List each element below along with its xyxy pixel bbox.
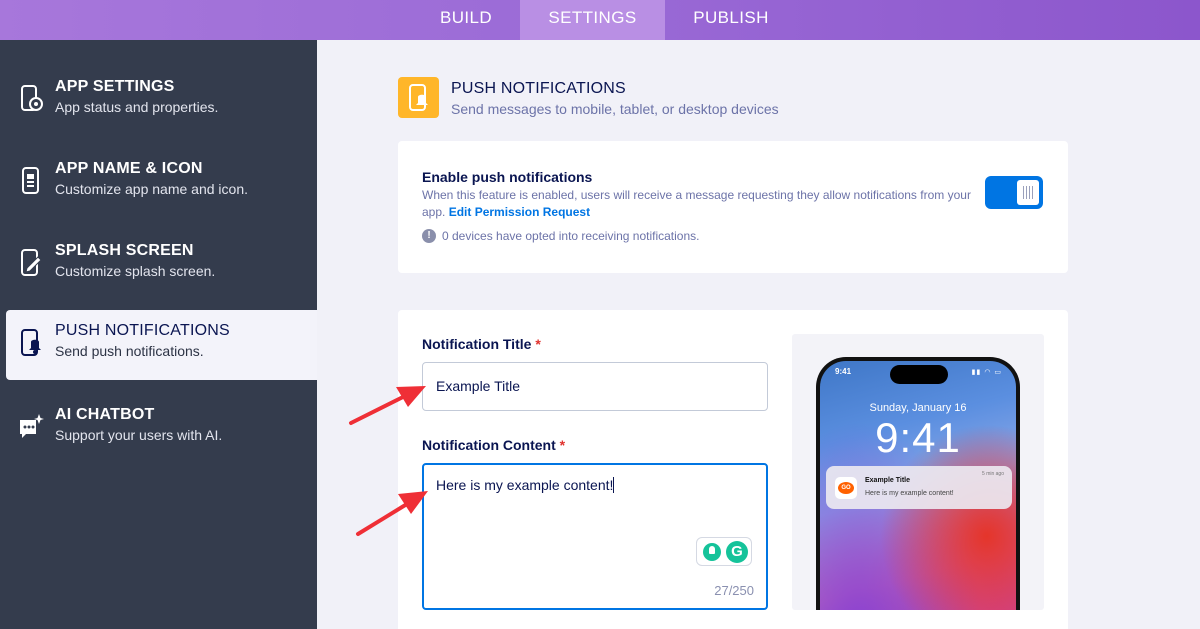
dynamic-island [890,365,948,384]
required-mark: * [559,437,566,453]
character-counter: 27/250 [714,583,754,598]
sidebar-item-app-settings[interactable]: APP SETTINGS App status and properties. [0,66,317,136]
sidebar-item-title: APP SETTINGS [55,78,175,95]
push-notifications-header-icon [398,77,439,118]
enable-push-title: Enable push notifications [422,169,593,185]
sidebar-item-title: AI CHATBOT [55,406,155,423]
notification-content-label: Notification Content * [422,437,566,453]
sidebar-item-desc: Support your users with AI. [55,427,223,443]
phone-preview: 9:41 ▮▮ ◠ ▭ Sunday, January 16 9:41 Exam… [792,334,1044,610]
sidebar-item-splash-screen[interactable]: SPLASH SCREEN Customize splash screen. [0,230,317,300]
app-logo-icon [835,477,857,499]
phone-card-icon [22,167,39,194]
notification-banner: Example Title Here is my example content… [826,466,1012,509]
phone-bell-icon [21,329,41,356]
status-time: 9:41 [835,367,852,376]
page-title: PUSH NOTIFICATIONS [451,80,626,97]
settings-sidebar: APP SETTINGS App status and properties. … [0,40,317,629]
sidebar-item-desc: App status and properties. [55,99,219,115]
toggle-knob [1017,180,1039,205]
info-icon: ! [422,229,436,243]
edit-permission-request-link[interactable]: Edit Permission Request [449,205,590,219]
enable-push-description: When this feature is enabled, users will… [422,187,977,221]
tab-build[interactable]: BUILD [421,0,511,40]
notification-preview-body: Here is my example content! [865,490,954,497]
tab-settings[interactable]: SETTINGS [520,0,665,40]
notification-form-card: Notification Title * Example Title Notif… [398,310,1068,629]
notification-content-textarea[interactable]: Here is my example content! G 27/250 [422,463,768,610]
lock-screen-date: Sunday, January 16 [869,402,967,414]
sidebar-item-push-notifications[interactable]: PUSH NOTIFICATIONS Send push notificatio… [6,310,317,380]
notification-title-label: Notification Title * [422,336,541,352]
lightbulb-icon[interactable] [703,543,721,561]
enable-push-toggle[interactable] [985,176,1043,209]
phone-gear-icon [21,85,43,111]
phone-frame: 9:41 ▮▮ ◠ ▭ Sunday, January 16 9:41 Exam… [816,357,1020,610]
lock-screen: 9:41 ▮▮ ◠ ▭ Sunday, January 16 9:41 Exam… [820,361,1016,610]
chat-sparkle-icon [20,414,44,438]
sidebar-item-title: PUSH NOTIFICATIONS [55,322,230,339]
notification-preview-title: Example Title [865,477,911,484]
notification-time-ago: 5 min ago [982,471,1004,477]
content-text: Here is my example content! [436,477,614,493]
enable-push-card: Enable push notifications When this feat… [398,141,1068,273]
opt-in-count-text: 0 devices have opted into receiving noti… [442,229,700,243]
lock-screen-clock: 9:41 [875,414,961,461]
sidebar-item-title: SPLASH SCREEN [55,242,194,259]
sidebar-item-desc: Send push notifications. [55,343,204,359]
tab-publish[interactable]: PUBLISH [675,0,787,40]
sidebar-item-title: APP NAME & ICON [55,160,203,177]
grammarly-widget[interactable]: G [696,537,752,566]
sidebar-item-ai-chatbot[interactable]: AI CHATBOT Support your users with AI. [0,394,317,464]
grammarly-icon[interactable]: G [726,541,748,563]
text-caret [613,477,615,493]
phone-pencil-icon [21,249,42,276]
sidebar-item-desc: Customize splash screen. [55,263,216,279]
top-nav-bar: BUILD SETTINGS PUBLISH [0,0,1200,40]
required-mark: * [535,336,541,352]
sidebar-item-desc: Customize app name and icon. [55,181,248,197]
status-icons: ▮▮ ◠ ▭ [971,369,1002,376]
opt-in-info: ! 0 devices have opted into receiving no… [422,229,700,243]
notification-title-input[interactable]: Example Title [422,362,768,411]
phone-bell-icon [409,84,428,111]
page-subtitle: Send messages to mobile, tablet, or desk… [451,101,779,117]
sidebar-item-app-name-icon[interactable]: APP NAME & ICON Customize app name and i… [0,148,317,218]
